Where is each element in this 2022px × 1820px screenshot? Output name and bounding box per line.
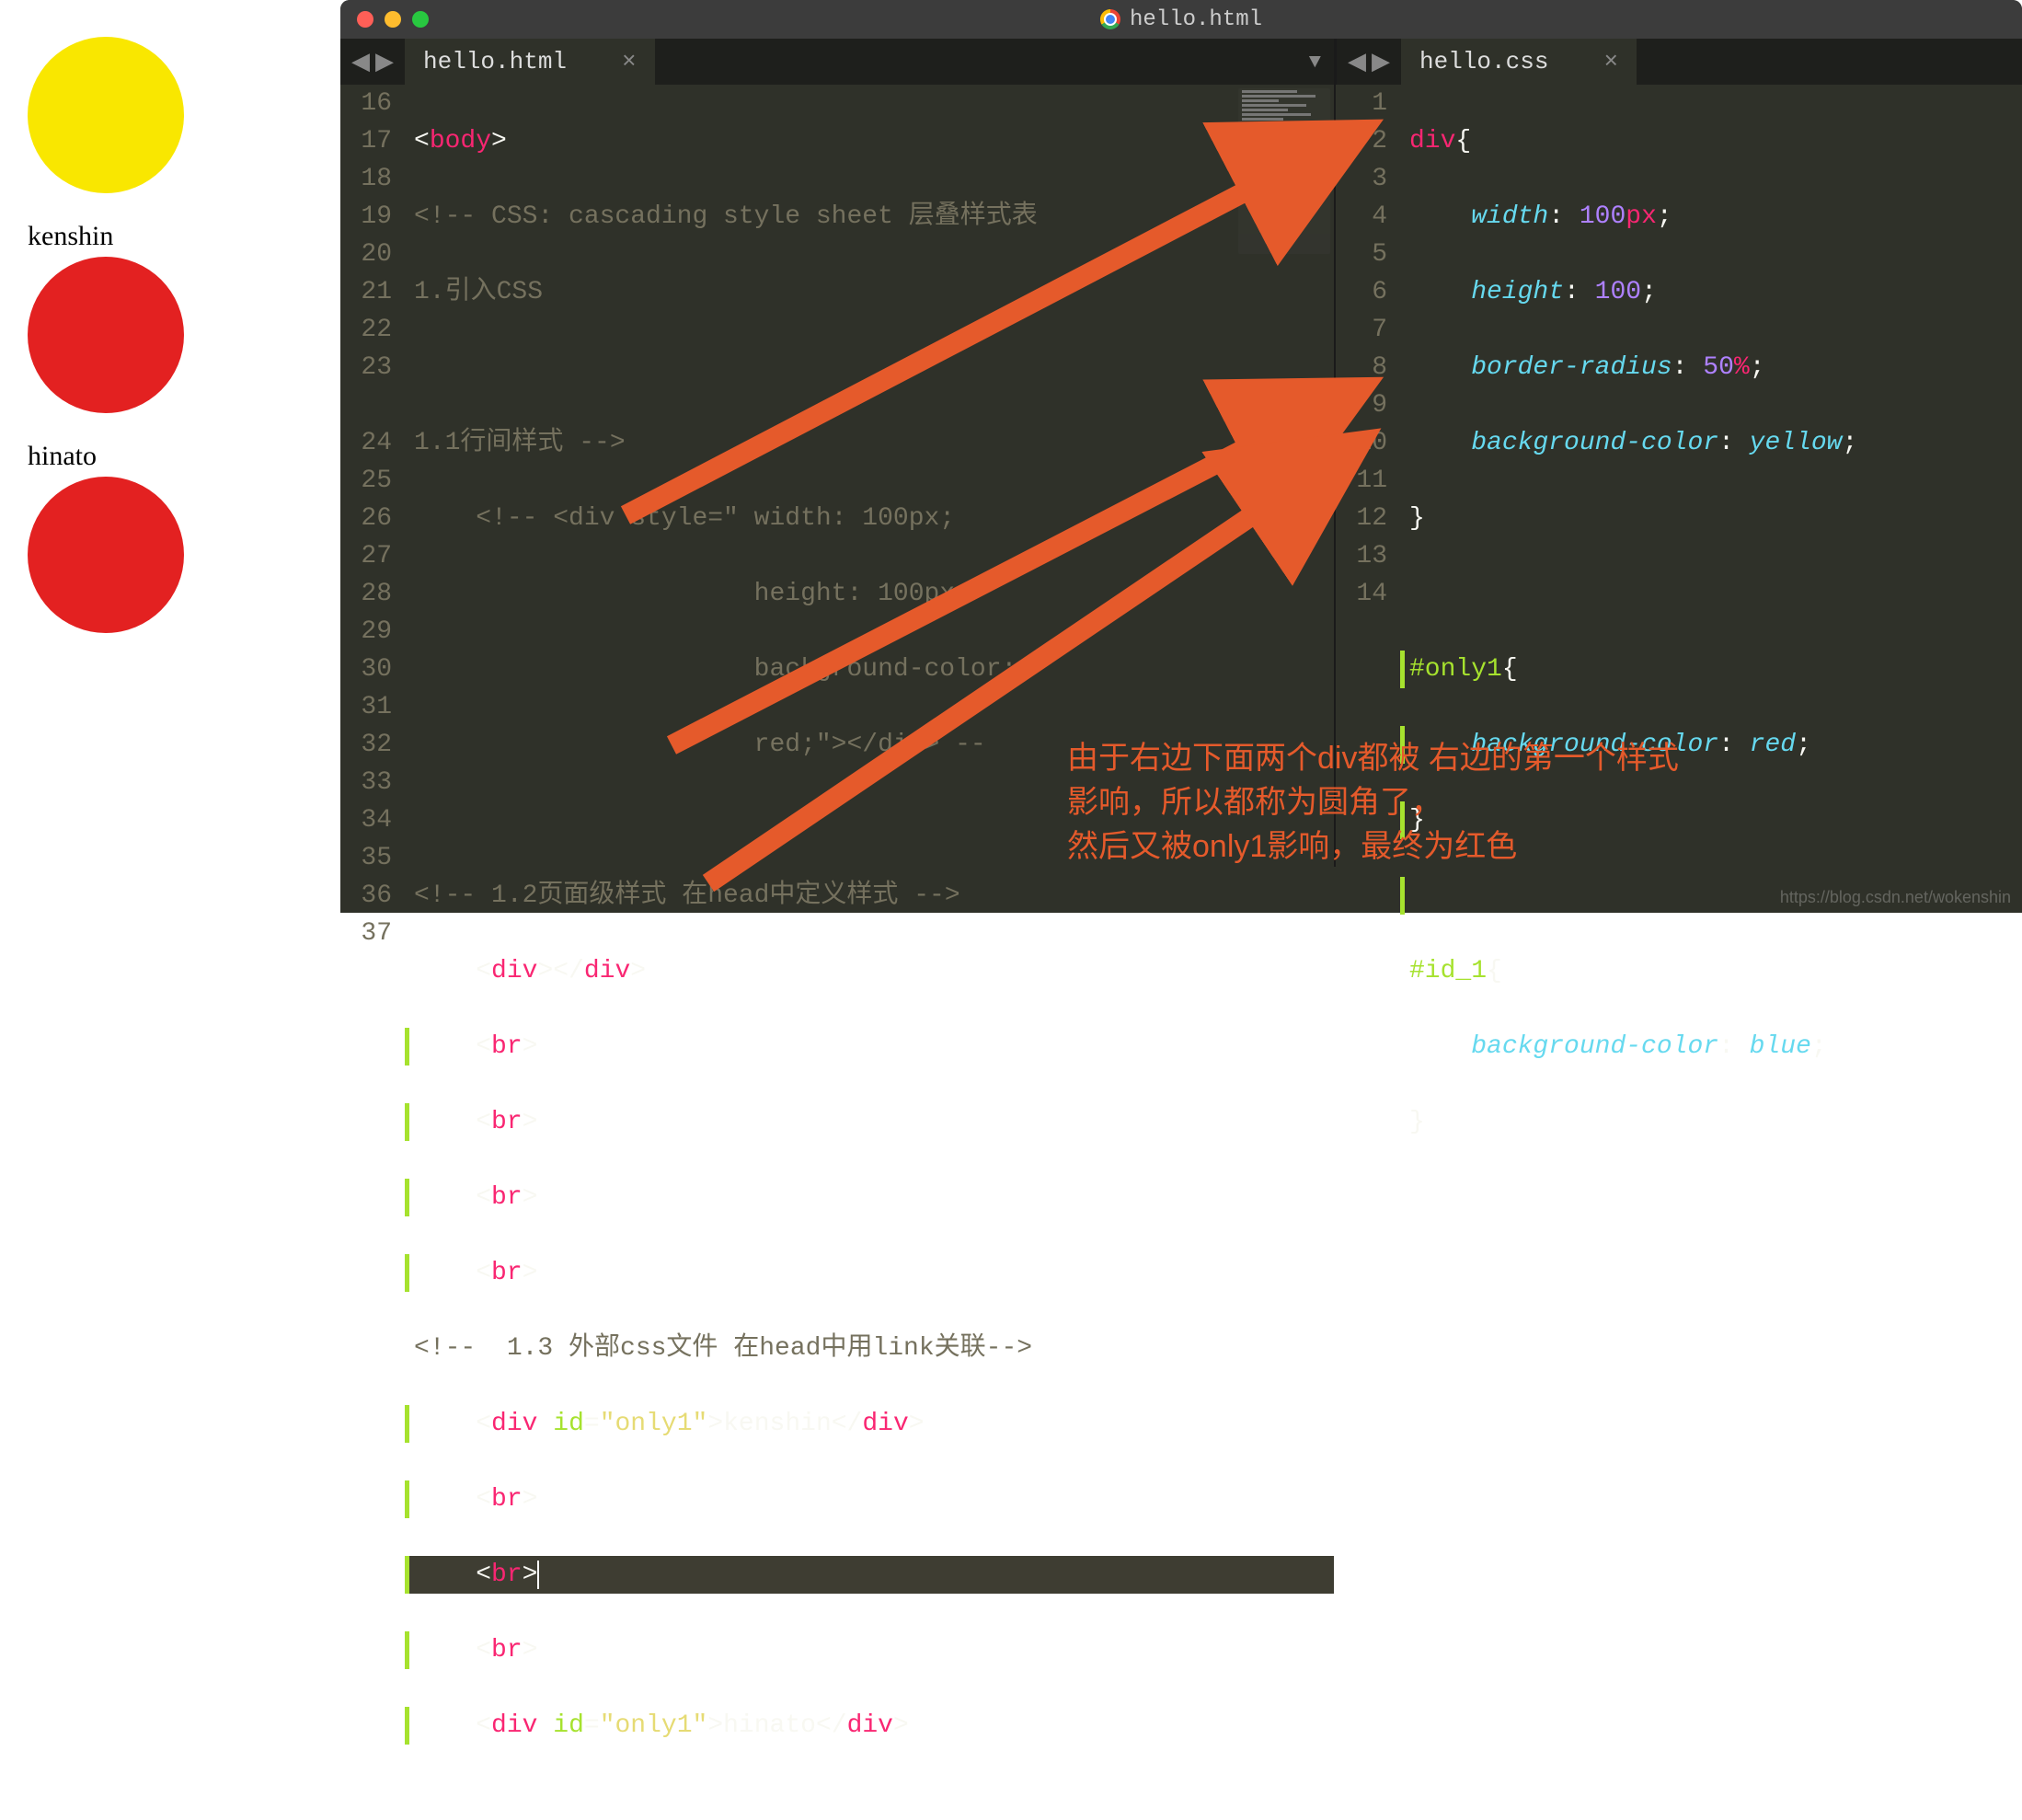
- tab-dropdown-button[interactable]: ▼: [1296, 39, 1334, 85]
- preview-circle-red-1: [28, 257, 184, 413]
- nav-back-icon[interactable]: ◀: [351, 48, 370, 76]
- tabbar-left: ◀ ▶ hello.html × ▼: [340, 39, 1334, 85]
- minimap-left[interactable]: [1238, 88, 1330, 254]
- preview-label-kenshin: kenshin: [28, 221, 313, 252]
- preview-circle-yellow: [28, 37, 184, 193]
- tab-hello-html[interactable]: hello.html ×: [405, 39, 656, 85]
- chevron-down-icon: ▼: [1309, 51, 1321, 74]
- window-title-text: hello.html: [1130, 7, 1262, 32]
- gutter-left: 16 17 18 19 20 21 22 23 24 25 26 27 28 2…: [340, 85, 405, 867]
- preview-label-hinato: hinato: [28, 441, 313, 472]
- nav-back-icon[interactable]: ◀: [1348, 48, 1366, 76]
- annotation-text: 由于右边下面两个div都被 右边的第一个样式 影响，所以都称为圆角了， 然后又被…: [1067, 736, 1679, 869]
- editor-window: hello.html ◀ ▶ hello.html × ▼: [340, 0, 2022, 913]
- nav-arrows-right[interactable]: ◀ ▶: [1337, 39, 1401, 85]
- close-tab-icon[interactable]: ×: [622, 48, 637, 75]
- minimize-window-button[interactable]: [385, 11, 401, 28]
- window-title: hello.html: [1100, 7, 1262, 32]
- chrome-icon: [1100, 9, 1120, 29]
- tabbar-right: ◀ ▶ hello.css ×: [1336, 39, 2022, 85]
- preview-circle-red-2: [28, 477, 184, 633]
- tab-hello-css[interactable]: hello.css ×: [1401, 39, 1637, 85]
- close-tab-icon[interactable]: ×: [1603, 48, 1618, 75]
- maximize-window-button[interactable]: [412, 11, 429, 28]
- tab-label: hello.css: [1419, 48, 1548, 75]
- browser-preview: kenshin hinato: [0, 0, 340, 913]
- window-titlebar: hello.html: [340, 0, 2022, 39]
- watermark: https://blog.csdn.net/wokenshin: [1780, 888, 2011, 907]
- nav-forward-icon[interactable]: ▶: [1372, 48, 1390, 76]
- nav-arrows-left[interactable]: ◀ ▶: [340, 39, 405, 85]
- nav-forward-icon[interactable]: ▶: [375, 48, 394, 76]
- close-window-button[interactable]: [357, 11, 373, 28]
- traffic-lights: [357, 11, 429, 28]
- tab-label: hello.html: [423, 48, 567, 75]
